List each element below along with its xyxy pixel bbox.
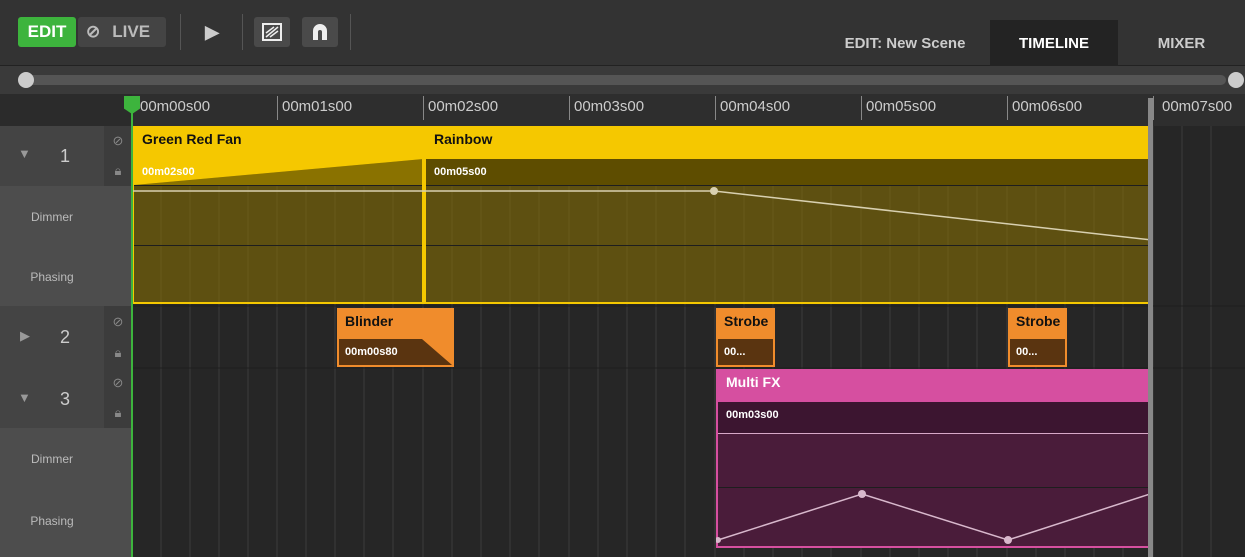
- track-number: 2: [60, 327, 71, 347]
- snap-magnet-button[interactable]: [302, 17, 338, 47]
- ruler-tick: [277, 96, 278, 120]
- clip-title: Rainbow: [434, 131, 493, 147]
- separator: [350, 14, 351, 50]
- clip-duration: 00m02s00: [142, 166, 195, 178]
- param-row: Phasing: [0, 488, 104, 557]
- expand-icon[interactable]: ▶: [20, 328, 30, 344]
- envelope-point[interactable]: [710, 187, 718, 195]
- clip-title: Strobe: [1016, 313, 1061, 329]
- scene-label: EDIT: New Scene: [844, 34, 966, 52]
- visibility-icon[interactable]: ⊘: [113, 314, 124, 330]
- magnet-icon: [313, 24, 327, 40]
- clip-duration-bar: [718, 402, 1150, 433]
- ruler-label: 00m04s00: [720, 98, 791, 115]
- hidden-eye-icon: ⊘: [86, 22, 101, 41]
- clip-duration: 00...: [1016, 346, 1038, 358]
- collapse-icon[interactable]: ▼: [18, 390, 31, 405]
- fx-button[interactable]: [254, 17, 290, 47]
- envelope-point[interactable]: [716, 537, 721, 543]
- param-label: Phasing: [30, 514, 74, 528]
- track-3-controls-spacer: [104, 428, 132, 557]
- play-icon: ▶: [205, 21, 219, 42]
- ruler-tick: [1007, 96, 1008, 120]
- fade-ramp: [422, 339, 452, 365]
- ruler-label: 00m03s00: [574, 98, 645, 115]
- fx-icon: [262, 23, 282, 41]
- scene-end-marker[interactable]: [1148, 98, 1153, 557]
- dimmer-envelope[interactable]: [718, 433, 1150, 434]
- param-label: Dimmer: [31, 210, 73, 224]
- ruler-tick: [861, 96, 862, 120]
- horizontal-scrollbar[interactable]: [0, 66, 1245, 94]
- track-2-controls: ⊘ 🔒︎: [104, 306, 132, 368]
- ruler-label: 00m01s00: [282, 98, 353, 115]
- clip-duration-bar: [426, 159, 1150, 185]
- dimmer-envelope-track-1[interactable]: [132, 186, 1152, 246]
- clip-duration: 00m00s80: [345, 346, 398, 358]
- ruler-tick: [569, 96, 570, 120]
- collapse-icon[interactable]: ▼: [18, 146, 31, 161]
- clip-duration: 00...: [724, 346, 746, 358]
- tab-timeline[interactable]: TIMELINE: [990, 20, 1118, 66]
- separator: [180, 14, 181, 50]
- param-row: Dimmer: [0, 186, 104, 246]
- ruler-label: 00m06s00: [1012, 98, 1083, 115]
- track-3-controls: ⊘ 🔒︎: [104, 368, 132, 428]
- ruler-label: 00m00s00: [140, 98, 211, 115]
- time-ruler[interactable]: 00m00s00 00m01s00 00m02s00 00m03s00 00m0…: [132, 94, 1245, 126]
- clip-strobe[interactable]: Strobe 00...: [1008, 308, 1067, 367]
- track-1-controls-spacer: [104, 186, 132, 306]
- toolbar: EDIT ⊘ LIVE ▶ EDIT: New Scene TIMELINE M…: [0, 0, 1245, 66]
- envelope-point[interactable]: [858, 490, 866, 498]
- tab-mixer[interactable]: MIXER: [1118, 20, 1245, 66]
- track-number: 1: [60, 146, 71, 166]
- track-number: 3: [60, 389, 71, 409]
- ruler-tick: [1153, 96, 1154, 120]
- clip-duration: 00m03s00: [726, 409, 779, 421]
- ruler-label: 00m02s00: [428, 98, 499, 115]
- live-label: LIVE: [112, 22, 151, 41]
- lock-icon[interactable]: 🔒︎: [115, 163, 122, 179]
- play-button[interactable]: ▶: [195, 17, 229, 47]
- separator: [242, 14, 243, 50]
- track-1-controls: ⊘ 🔒︎: [104, 126, 132, 186]
- param-row: Dimmer: [0, 428, 104, 488]
- visibility-icon[interactable]: ⊘: [113, 375, 124, 391]
- param-label: Phasing: [30, 270, 74, 284]
- ruler-label: 00m05s00: [866, 98, 937, 115]
- scroll-end-handle[interactable]: [1228, 72, 1244, 88]
- clip-title: Strobe: [724, 313, 769, 329]
- ruler-tick: [715, 96, 716, 120]
- clip-header: [426, 126, 1150, 159]
- clip-duration: 00m05s00: [434, 166, 487, 178]
- lock-icon[interactable]: 🔒︎: [115, 405, 122, 421]
- ruler-tick: [423, 96, 424, 120]
- track-2-header[interactable]: ▶ 2: [0, 306, 104, 368]
- live-mode-button[interactable]: ⊘ LIVE: [78, 17, 166, 47]
- phasing-envelope-track-3[interactable]: [716, 488, 1152, 548]
- ruler-label: 00m07s00: [1162, 98, 1233, 115]
- clip-blinder[interactable]: Blinder 00m00s80: [337, 308, 454, 367]
- param-row: Phasing: [0, 246, 104, 306]
- clip-title: Blinder: [345, 313, 394, 329]
- edit-mode-button[interactable]: EDIT: [18, 17, 76, 47]
- clip-title: Green Red Fan: [142, 131, 242, 147]
- visibility-icon[interactable]: ⊘: [113, 133, 124, 149]
- scroll-start-handle[interactable]: [18, 72, 34, 88]
- lock-icon[interactable]: 🔒︎: [115, 345, 122, 361]
- track-3-header[interactable]: ▼ 3: [0, 368, 104, 428]
- playhead[interactable]: [131, 98, 133, 557]
- envelope-point[interactable]: [1004, 536, 1012, 544]
- scroll-track[interactable]: [26, 75, 1226, 85]
- clip-title: Multi FX: [726, 374, 781, 390]
- clip-header: [718, 369, 1150, 402]
- track-1-header[interactable]: ▼ 1: [0, 126, 104, 186]
- clip-strobe[interactable]: Strobe 00...: [716, 308, 775, 367]
- param-label: Dimmer: [31, 452, 73, 466]
